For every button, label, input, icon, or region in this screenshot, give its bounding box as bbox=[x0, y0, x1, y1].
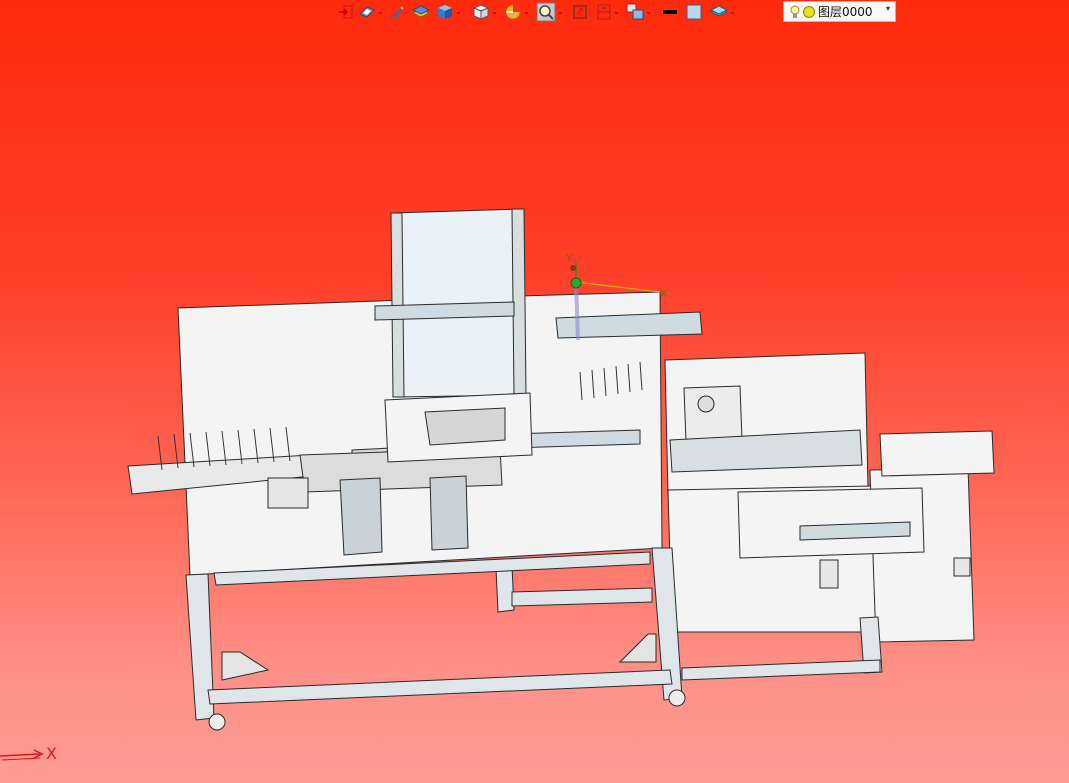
fixture-left bbox=[267, 477, 309, 509]
gusset-left bbox=[221, 651, 270, 681]
caster-left bbox=[208, 713, 226, 731]
machine-model bbox=[127, 208, 995, 731]
far-right-bracket bbox=[879, 430, 995, 477]
gusset-right bbox=[618, 633, 657, 663]
feed-chute bbox=[424, 407, 506, 446]
global-axis-indicator bbox=[0, 749, 44, 761]
triad-y-label: Y bbox=[565, 252, 573, 265]
fixture-far-right bbox=[953, 557, 971, 577]
center-uprights bbox=[339, 477, 383, 556]
3d-viewport[interactable]: Y X bbox=[0, 0, 1069, 783]
center-uprights-2 bbox=[429, 475, 469, 551]
motor-dial bbox=[697, 395, 715, 413]
axis-x-label: X bbox=[46, 744, 57, 763]
fixture-right bbox=[819, 559, 839, 589]
triad-x-label: X bbox=[660, 287, 668, 300]
caster-right bbox=[668, 689, 686, 707]
right-unit-box bbox=[683, 385, 743, 443]
